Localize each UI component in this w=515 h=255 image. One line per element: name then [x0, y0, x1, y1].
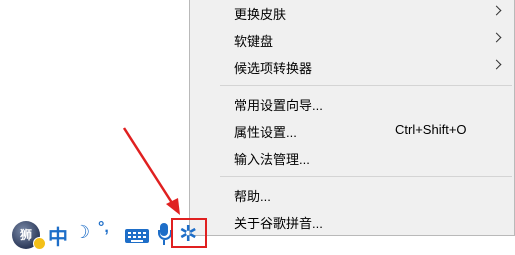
menu-item-about[interactable]: 关于谷歌拼音...: [190, 208, 514, 234]
punctuation-icon[interactable]: °,: [98, 219, 109, 243]
menu-item-ime-management[interactable]: 输入法管理...: [190, 144, 514, 170]
menu-item-label: 更换皮肤: [234, 7, 287, 22]
menu-item-change-skin[interactable]: 更换皮肤: [190, 0, 514, 25]
context-menu: 更换皮肤 软键盘 候选项转换器 常用设置向导... 属性设置... Ctrl+S…: [189, 0, 515, 236]
menu-item-label: 帮助...: [234, 189, 271, 204]
menu-item-properties[interactable]: 属性设置... Ctrl+Shift+O: [190, 117, 514, 143]
menu-separator: [220, 176, 512, 177]
menu-item-label: 属性设置...: [234, 125, 297, 140]
submenu-arrow-icon: [491, 59, 502, 70]
logo-text: 狮: [19, 228, 32, 242]
microphone-icon[interactable]: [157, 223, 172, 247]
ime-language-bar: 狮 中 ☽ °, ✲: [12, 218, 211, 251]
highlight-box: [171, 218, 207, 248]
keyboard-icon[interactable]: [125, 229, 149, 243]
menu-item-candidate-converter[interactable]: 候选项转换器: [190, 53, 514, 79]
menu-item-label: 软键盘: [234, 34, 274, 49]
menu-item-label: 候选项转换器: [234, 61, 313, 76]
half-width-icon[interactable]: ☽: [74, 222, 90, 246]
menu-item-label: 关于谷歌拼音...: [234, 216, 323, 231]
submenu-arrow-icon: [491, 5, 502, 16]
menu-item-shortcut: Ctrl+Shift+O: [395, 122, 467, 137]
menu-item-label: 常用设置向导...: [234, 98, 323, 113]
submenu-arrow-icon: [491, 32, 502, 43]
menu-item-label: 输入法管理...: [234, 152, 310, 167]
chinese-mode-icon[interactable]: 中: [48, 221, 68, 249]
menu-item-help[interactable]: 帮助...: [190, 181, 514, 207]
menu-separator: [220, 85, 512, 86]
menu-item-setup-wizard[interactable]: 常用设置向导...: [190, 90, 514, 116]
status-dot-icon: [33, 237, 46, 250]
menu-item-soft-keyboard[interactable]: 软键盘: [190, 26, 514, 52]
